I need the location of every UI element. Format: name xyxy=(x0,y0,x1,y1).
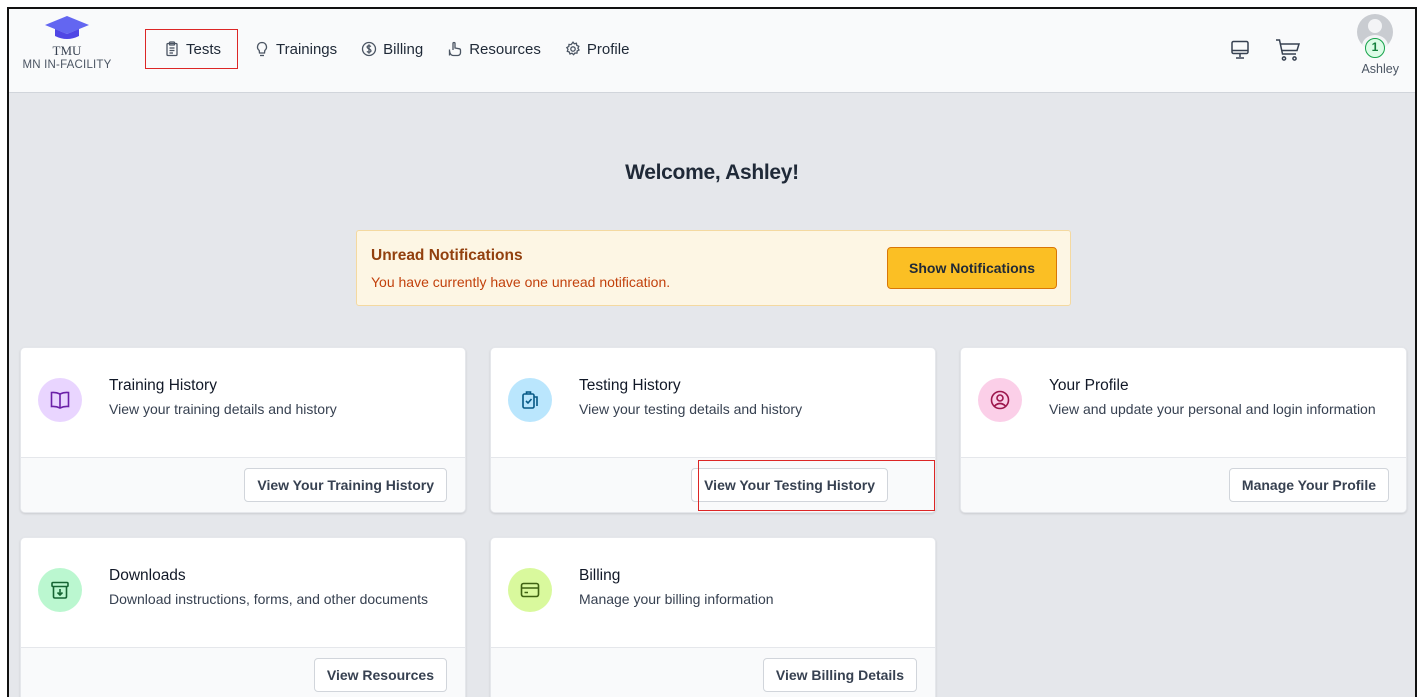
card-description: View your training details and history xyxy=(109,401,337,417)
user-menu[interactable]: 1 Ashley xyxy=(1349,14,1401,76)
nav-resources[interactable]: Resources xyxy=(435,29,553,69)
card-description: View your testing details and history xyxy=(579,401,803,417)
credit-card-icon xyxy=(520,582,540,598)
card-your-profile: Your Profile View and update your person… xyxy=(960,347,1407,513)
brand-logo[interactable]: TMU MN IN-FACILITY xyxy=(9,14,125,72)
nav-billing[interactable]: Billing xyxy=(349,29,435,69)
nav-profile-label: Profile xyxy=(586,40,630,58)
card-icon-wrap xyxy=(38,378,82,422)
card-description: View and update your personal and login … xyxy=(1049,401,1376,417)
notification-title: Unread Notifications xyxy=(371,247,523,264)
card-title: Billing xyxy=(579,567,621,584)
notification-banner: Unread Notifications You have currently … xyxy=(356,230,1071,306)
card-footer: View Resources xyxy=(21,647,465,697)
view-training-history-button[interactable]: View Your Training History xyxy=(244,468,447,502)
nav-resources-label: Resources xyxy=(469,40,541,58)
card-description: Manage your billing information xyxy=(579,591,774,607)
nav-tests[interactable]: Tests xyxy=(145,29,239,69)
graduation-cap-icon xyxy=(45,16,89,39)
top-header: TMU MN IN-FACILITY Tests Trainings Billi… xyxy=(9,9,1415,93)
gear-icon xyxy=(565,41,580,56)
nav-tests-label: Tests xyxy=(186,40,222,58)
card-billing: Billing Manage your billing information … xyxy=(490,537,936,697)
clipboard-icon xyxy=(166,41,178,57)
card-downloads: Downloads Download instructions, forms, … xyxy=(20,537,466,697)
user-name: Ashley xyxy=(1361,62,1399,76)
card-title: Testing History xyxy=(579,377,681,394)
notification-text: You have currently have one unread notif… xyxy=(371,274,671,290)
welcome-heading: Welcome, Ashley! xyxy=(625,161,799,184)
card-icon-wrap xyxy=(508,378,552,422)
card-footer: View Billing Details xyxy=(491,647,935,697)
view-resources-button[interactable]: View Resources xyxy=(313,658,447,692)
card-icon-wrap xyxy=(38,568,82,612)
clipboard-check-icon xyxy=(522,391,538,409)
card-training-history: Training History View your training deta… xyxy=(20,347,466,513)
card-icon-wrap xyxy=(978,378,1022,422)
card-title: Your Profile xyxy=(1049,377,1129,394)
archive-download-icon xyxy=(51,581,69,599)
notification-count-badge: 1 xyxy=(1365,38,1385,58)
show-notifications-button[interactable]: Show Notifications xyxy=(887,247,1057,289)
brand-subtitle: MN IN-FACILITY xyxy=(22,59,112,71)
card-footer: View Your Testing History xyxy=(491,457,935,512)
card-footer: View Your Training History xyxy=(21,457,465,512)
dollar-circle-icon xyxy=(362,41,377,57)
hand-pointer-icon xyxy=(449,41,462,57)
app-window: TMU MN IN-FACILITY Tests Trainings Billi… xyxy=(7,7,1417,697)
lightbulb-icon xyxy=(256,41,268,57)
manage-profile-button[interactable]: Manage Your Profile xyxy=(1228,468,1389,502)
user-circle-icon xyxy=(990,390,1010,410)
monitor-icon[interactable] xyxy=(1229,39,1251,61)
card-footer: Manage Your Profile xyxy=(961,457,1406,512)
view-billing-details-button[interactable]: View Billing Details xyxy=(762,658,917,692)
book-icon xyxy=(50,391,70,409)
card-title: Training History xyxy=(109,377,217,394)
nav-trainings[interactable]: Trainings xyxy=(242,29,349,69)
card-icon-wrap xyxy=(508,568,552,612)
card-title: Downloads xyxy=(109,567,186,584)
card-testing-history: Testing History View your testing detail… xyxy=(490,347,936,513)
nav-trainings-label: Trainings xyxy=(276,40,338,58)
brand-name: TMU xyxy=(52,43,82,58)
view-testing-history-button[interactable]: View Your Testing History xyxy=(691,468,888,502)
card-description: Download instructions, forms, and other … xyxy=(109,591,429,607)
nav-profile[interactable]: Profile xyxy=(553,29,642,69)
main-nav: Tests Trainings Billing Resources Profil… xyxy=(145,29,641,69)
cart-icon[interactable] xyxy=(1275,38,1301,62)
nav-billing-label: Billing xyxy=(383,40,424,58)
